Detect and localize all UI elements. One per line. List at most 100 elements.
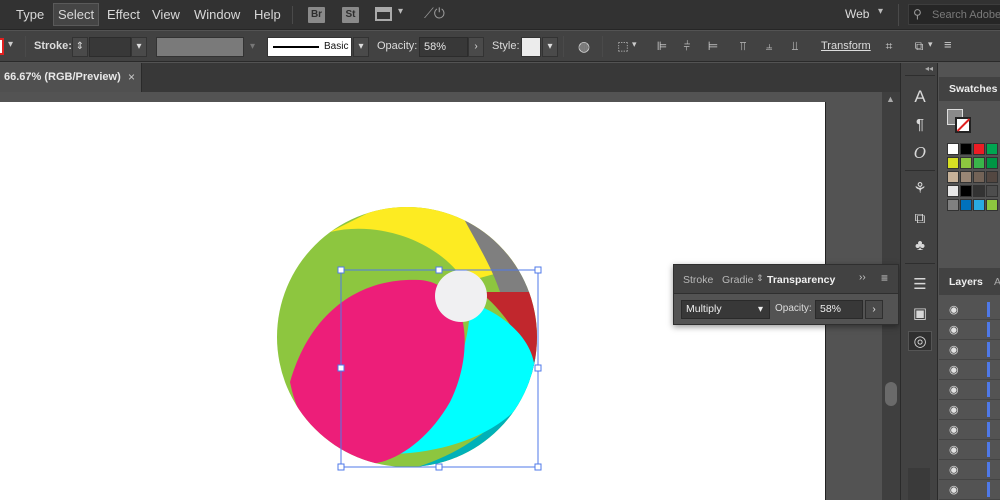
visibility-eye-icon[interactable]: ◉ xyxy=(949,323,959,336)
isolate-group-icon[interactable]: ⌗ xyxy=(880,38,898,54)
color-swatch[interactable] xyxy=(986,171,998,183)
scrollbar-thumb[interactable] xyxy=(885,382,897,406)
paragraph-panel-icon[interactable]: ¶ xyxy=(910,115,930,135)
color-swatch[interactable] xyxy=(947,143,959,155)
tab-stroke[interactable]: Stroke xyxy=(683,274,713,286)
visibility-eye-icon[interactable]: ◉ xyxy=(949,363,959,376)
color-swatch[interactable] xyxy=(986,185,998,197)
variable-width-profile[interactable] xyxy=(156,37,244,57)
graphic-style-swatch[interactable] xyxy=(521,37,541,57)
color-swatch[interactable] xyxy=(986,157,998,169)
swatch-grid[interactable] xyxy=(947,143,1000,233)
stroke-weight-field[interactable] xyxy=(89,37,131,57)
layer-row[interactable]: ◉ xyxy=(939,320,1000,340)
color-swatch[interactable] xyxy=(973,171,985,183)
close-icon[interactable]: × xyxy=(128,70,135,84)
color-swatch[interactable] xyxy=(973,199,985,211)
panel-expand-icon[interactable]: ›› xyxy=(859,272,866,283)
chevron-down-icon[interactable]: ▾ xyxy=(398,6,403,17)
search-box[interactable]: ⚲ Search Adobe xyxy=(908,4,1000,25)
menu-type[interactable]: Type xyxy=(16,7,44,22)
scroll-up-icon[interactable]: ▲ xyxy=(886,94,895,104)
visibility-eye-icon[interactable]: ◉ xyxy=(949,383,959,396)
visibility-eye-icon[interactable]: ◉ xyxy=(949,463,959,476)
layer-row[interactable]: ◉ xyxy=(939,440,1000,460)
gpu-performance-icon[interactable]: ⟋⏻ xyxy=(424,5,445,22)
style-chevron-icon[interactable]: ▾ xyxy=(542,37,558,57)
color-swatch[interactable] xyxy=(960,199,972,211)
color-swatch[interactable] xyxy=(947,185,959,197)
color-swatch[interactable] xyxy=(973,157,985,169)
color-swatch[interactable] xyxy=(960,157,972,169)
tab-gradient[interactable]: Gradie xyxy=(722,274,754,286)
align-top-icon[interactable]: ⫪ xyxy=(734,38,752,54)
menu-help[interactable]: Help xyxy=(254,7,281,22)
swatches-title[interactable]: Swatches xyxy=(949,83,997,95)
stroke-proxy-swatch[interactable] xyxy=(955,117,971,133)
visibility-eye-icon[interactable]: ◉ xyxy=(949,343,959,356)
opacity-field[interactable]: 58% xyxy=(419,37,468,57)
align-to-icon[interactable]: ⬚ xyxy=(614,38,632,54)
layer-row[interactable]: ◉ xyxy=(939,480,1000,500)
visibility-eye-icon[interactable]: ◉ xyxy=(949,483,959,496)
workspace-chevron-icon[interactable]: ▾ xyxy=(878,6,883,17)
align-horizontal-center-icon[interactable]: ⫩ xyxy=(678,38,696,54)
layers-title[interactable]: Layers xyxy=(949,276,983,288)
beach-ball[interactable] xyxy=(270,200,550,487)
transform-link[interactable]: Transform xyxy=(821,40,871,52)
color-swatch[interactable] xyxy=(947,199,959,211)
symbols-export-icon[interactable]: ⧉ xyxy=(910,209,930,229)
control-panel-menu-icon[interactable]: ≡ xyxy=(944,37,952,52)
stroke-panel-icon[interactable]: ☰ xyxy=(910,275,930,295)
select-similar-chevron-icon[interactable]: ▾ xyxy=(928,39,933,50)
layer-row[interactable]: ◉ xyxy=(939,360,1000,380)
symbols-panel-icon[interactable]: ♣ xyxy=(910,236,930,256)
visibility-eye-icon[interactable]: ◉ xyxy=(949,303,959,316)
collapse-icon[interactable]: ◂◂ xyxy=(925,64,933,73)
layer-row[interactable]: ◉ xyxy=(939,460,1000,480)
opacity-arrow-icon[interactable]: › xyxy=(468,37,484,57)
layer-row[interactable]: ◉ xyxy=(939,400,1000,420)
fill-color-swatch[interactable] xyxy=(0,38,4,55)
align-bottom-icon[interactable]: ⫫ xyxy=(786,38,804,54)
menu-effect[interactable]: Effect xyxy=(107,7,140,22)
stroke-stepper[interactable]: ⇕ xyxy=(72,37,88,57)
color-swatch[interactable] xyxy=(960,185,972,197)
brush-definition[interactable]: Basic xyxy=(267,37,352,57)
gradient-panel-icon[interactable]: ▣ xyxy=(910,304,930,324)
transparency-panel-icon[interactable]: ◎ xyxy=(908,331,932,351)
panel-opacity-field[interactable]: 58% xyxy=(815,300,863,319)
tab-stepper-icon[interactable]: ⇕ xyxy=(756,273,764,284)
document-tab[interactable]: 66.67% (RGB/Preview) × xyxy=(0,63,142,92)
layer-row[interactable]: ◉ xyxy=(939,420,1000,440)
align-right-icon[interactable]: ⊨ xyxy=(704,38,722,54)
layer-row[interactable]: ◉ xyxy=(939,380,1000,400)
color-swatch[interactable] xyxy=(986,199,998,211)
color-swatch[interactable] xyxy=(973,143,985,155)
brushes-panel-icon[interactable]: ⚘ xyxy=(910,179,930,199)
profile-chevron-icon[interactable]: ▾ xyxy=(250,41,255,52)
color-swatch[interactable] xyxy=(986,143,998,155)
color-swatch[interactable] xyxy=(973,185,985,197)
workspace-layout-icon[interactable] xyxy=(375,7,392,21)
align-left-icon[interactable]: ⊫ xyxy=(653,38,671,54)
bridge-icon[interactable]: Br xyxy=(308,7,325,23)
stroke-weight-chevron-icon[interactable]: ▾ xyxy=(131,37,147,57)
opentype-panel-icon[interactable]: O xyxy=(910,143,930,163)
tab-transparency[interactable]: Transparency xyxy=(767,274,835,286)
color-swatch[interactable] xyxy=(960,171,972,183)
recolor-artwork-icon[interactable]: ◍ xyxy=(575,38,593,54)
layer-row[interactable]: ◉ xyxy=(939,300,1000,320)
menu-select[interactable]: Select xyxy=(52,3,100,26)
stock-icon[interactable]: St xyxy=(342,7,359,23)
layer-row[interactable]: ◉ xyxy=(939,340,1000,360)
align-to-chevron-icon[interactable]: ▾ xyxy=(632,39,637,50)
character-panel-icon[interactable]: A xyxy=(910,87,930,107)
panel-menu-icon[interactable]: ≡ xyxy=(881,271,888,285)
select-similar-icon[interactable]: ⧉ xyxy=(910,38,928,54)
color-swatch[interactable] xyxy=(947,157,959,169)
menu-window[interactable]: Window xyxy=(194,7,240,22)
blend-mode-select[interactable]: Multiply ▾ xyxy=(681,300,770,319)
brush-chevron-icon[interactable]: ▾ xyxy=(353,37,369,57)
artboards-tab[interactable]: A xyxy=(994,276,1000,288)
